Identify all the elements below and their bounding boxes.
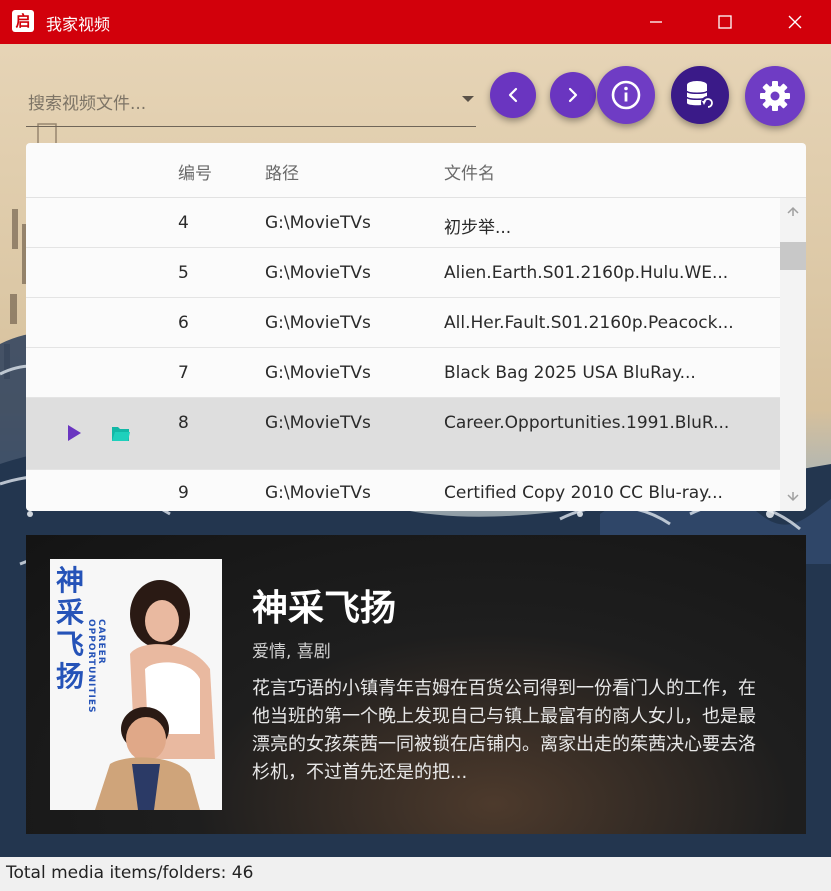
row-filename: Alien.Earth.S01.2160p.Hulu.WE...	[444, 263, 729, 283]
close-icon	[788, 15, 802, 29]
table-header: 编号 路径 文件名	[26, 143, 806, 198]
minimize-icon	[650, 21, 662, 23]
app-logo-icon: 启	[12, 10, 34, 32]
folder-open-icon[interactable]	[111, 423, 131, 443]
chevron-right-icon	[568, 87, 578, 103]
row-filename: All.Her.Fault.S01.2160p.Peacock...	[444, 313, 734, 333]
table-row[interactable]: 7 G:\MovieTVs Black Bag 2025 USA BluRay.…	[26, 348, 780, 398]
scrollbar-thumb[interactable]	[780, 242, 806, 270]
column-header-number[interactable]: 编号	[178, 159, 212, 184]
search-box[interactable]	[26, 84, 476, 127]
maximize-button[interactable]	[702, 0, 748, 44]
movie-title: 神采飞扬	[252, 588, 397, 629]
table-row[interactable]: 6 G:\MovieTVs All.Her.Fault.S01.2160p.Pe…	[26, 298, 780, 348]
row-number: 5	[178, 263, 189, 283]
minimize-button[interactable]	[633, 0, 679, 44]
play-icon[interactable]	[66, 424, 82, 442]
movie-description: 花言巧语的小镇青年吉姆在百货公司得到一份看门人的工作，在他当班的第一个晚上发现自…	[252, 678, 756, 783]
movie-genre: 爱情, 喜剧	[252, 642, 331, 662]
row-number: 4	[178, 213, 189, 233]
info-button[interactable]	[597, 66, 655, 124]
row-number: 6	[178, 313, 189, 333]
previous-button[interactable]	[490, 72, 536, 118]
table-scrollbar[interactable]	[780, 198, 806, 511]
scroll-down-icon[interactable]	[780, 486, 806, 510]
next-button[interactable]	[550, 72, 596, 118]
row-filename: Black Bag 2025 USA BluRay...	[444, 363, 696, 383]
row-path: G:\MovieTVs	[265, 413, 371, 433]
window-title: 我家视频	[46, 15, 111, 34]
row-path: G:\MovieTVs	[265, 483, 371, 503]
column-header-path[interactable]: 路径	[265, 159, 299, 184]
row-filename: Certified Copy 2010 CC Blu-ray...	[444, 483, 723, 503]
info-icon	[611, 80, 641, 110]
poster-subtitle-text: CAREER OPPORTUNITIES	[86, 619, 106, 714]
search-input[interactable]	[26, 84, 460, 124]
database-refresh-button[interactable]	[671, 66, 729, 124]
status-text: Total media items/folders: 46	[6, 863, 254, 883]
row-path: G:\MovieTVs	[265, 363, 371, 383]
maximize-icon	[718, 15, 732, 29]
row-number: 9	[178, 483, 189, 503]
table-row-selected[interactable]: 8 G:\MovieTVs Career.Opportunities.1991.…	[26, 398, 780, 470]
gear-icon	[760, 81, 790, 111]
table-row[interactable]: 5 G:\MovieTVs Alien.Earth.S01.2160p.Hulu…	[26, 248, 780, 298]
row-filename: 初步举...	[444, 218, 512, 238]
row-number: 8	[178, 413, 189, 433]
scroll-up-icon[interactable]	[780, 198, 806, 222]
app-window: 启 我家视频 搜索视频文件... 编号 路径 文件名 4 G:\MovieTVs…	[0, 0, 831, 891]
row-filename: Career.Opportunities.1991.BluR...	[444, 413, 730, 433]
close-button[interactable]	[772, 0, 818, 44]
media-detail-panel: 神采飞扬 CAREER OPPORTUNITIES 神采飞扬 爱情, 喜剧 花言…	[26, 535, 806, 834]
poster-title-text: 神采飞扬	[56, 564, 85, 693]
media-table: 编号 路径 文件名 4 G:\MovieTVs 初步举... 5 G:\Movi…	[26, 143, 806, 511]
dropdown-caret-icon[interactable]	[462, 96, 474, 102]
table-row[interactable]: 4 G:\MovieTVs 初步举...	[26, 198, 780, 248]
table-body: 4 G:\MovieTVs 初步举... 5 G:\MovieTVs Alien…	[26, 198, 780, 511]
column-header-filename[interactable]: 文件名	[444, 159, 495, 184]
row-path: G:\MovieTVs	[265, 213, 371, 233]
movie-poster[interactable]: 神采飞扬 CAREER OPPORTUNITIES	[50, 559, 222, 810]
status-bar: Total media items/folders: 46	[0, 857, 831, 891]
chevron-left-icon	[508, 87, 518, 103]
row-number: 7	[178, 363, 189, 383]
settings-button[interactable]	[745, 66, 805, 126]
row-path: G:\MovieTVs	[265, 313, 371, 333]
database-refresh-icon	[686, 81, 715, 110]
table-row[interactable]: 9 G:\MovieTVs Certified Copy 2010 CC Blu…	[26, 470, 780, 511]
row-path: G:\MovieTVs	[265, 263, 371, 283]
title-bar: 启 我家视频	[0, 0, 831, 44]
